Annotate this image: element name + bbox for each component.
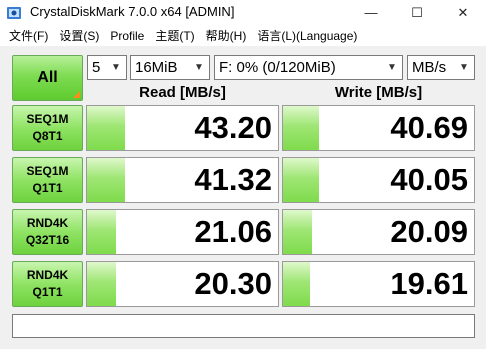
read-value: 20.30 <box>194 266 272 301</box>
menu-settings[interactable]: 设置(S) <box>59 28 99 44</box>
read-value: 21.06 <box>194 214 272 249</box>
test-button-rnd4k-q1t1[interactable]: RND4K Q1T1 <box>12 261 83 307</box>
test-label-line1: SEQ1M <box>26 112 69 126</box>
test-label-line2: Q8T1 <box>32 129 63 143</box>
write-value: 20.09 <box>390 214 468 249</box>
write-result-cell: 20.09 <box>282 209 475 255</box>
unit-select[interactable]: MB/s ▼ <box>407 55 475 80</box>
title-bar: CrystalDiskMark 7.0.0 x64 [ADMIN] — ☐ ✕ <box>0 0 486 25</box>
write-value: 19.61 <box>390 266 468 301</box>
run-all-label: All <box>37 69 58 86</box>
window-title: CrystalDiskMark 7.0.0 x64 [ADMIN] <box>30 4 235 19</box>
read-bar <box>87 158 126 202</box>
write-result-cell: 40.69 <box>282 105 475 151</box>
write-bar <box>283 262 310 306</box>
chevron-down-icon: ▼ <box>111 62 121 73</box>
read-value: 43.20 <box>194 110 272 145</box>
run-all-button[interactable]: All <box>12 55 83 101</box>
menu-help[interactable]: 帮助(H) <box>206 28 247 44</box>
write-value: 40.05 <box>390 162 468 197</box>
drive-value: F: 0% (0/120MiB) <box>219 59 336 76</box>
write-bar <box>283 158 320 202</box>
read-result-cell: 41.32 <box>86 157 279 203</box>
write-bar <box>283 106 320 150</box>
test-button-rnd4k-q32t16[interactable]: RND4K Q32T16 <box>12 209 83 255</box>
write-result-cell: 19.61 <box>282 261 475 307</box>
chevron-down-icon: ▼ <box>194 62 204 73</box>
menu-language[interactable]: 语言(L)(Language) <box>257 28 357 44</box>
main-panel: All 5 ▼ 16MiB ▼ F: 0% (0/120MiB) ▼ MB/s … <box>0 46 486 349</box>
test-size-value: 16MiB <box>135 59 178 76</box>
app-icon <box>7 7 21 19</box>
app-window: CrystalDiskMark 7.0.0 x64 [ADMIN] — ☐ ✕ … <box>0 0 486 349</box>
chevron-down-icon: ▼ <box>387 62 397 73</box>
test-label-line1: RND4K <box>26 268 69 282</box>
chevron-down-icon: ▼ <box>459 62 469 73</box>
test-size-select[interactable]: 16MiB ▼ <box>130 55 210 80</box>
maximize-button[interactable]: ☐ <box>394 0 440 25</box>
menu-file[interactable]: 文件(F) <box>9 28 48 44</box>
read-result-cell: 43.20 <box>86 105 279 151</box>
write-value: 40.69 <box>390 110 468 145</box>
write-result-cell: 40.05 <box>282 157 475 203</box>
test-button-seq1m-q8t1[interactable]: SEQ1M Q8T1 <box>12 105 83 151</box>
read-result-cell: 20.30 <box>86 261 279 307</box>
minimize-button[interactable]: — <box>348 0 394 25</box>
test-label-line2: Q1T1 <box>32 285 63 299</box>
test-label-line1: SEQ1M <box>26 164 69 178</box>
read-header: Read [MB/s] <box>139 84 226 101</box>
menu-bar: 文件(F) 设置(S) Profile 主题(T) 帮助(H) 语言(L)(La… <box>0 25 486 46</box>
write-bar <box>283 210 312 254</box>
comment-field[interactable] <box>12 314 475 338</box>
read-bar <box>87 210 116 254</box>
unit-value: MB/s <box>412 59 447 76</box>
corner-marker-icon <box>73 91 80 98</box>
read-value: 41.32 <box>194 162 272 197</box>
test-label-line2: Q32T16 <box>25 233 70 247</box>
menu-theme[interactable]: 主题(T) <box>155 28 194 44</box>
drive-select[interactable]: F: 0% (0/120MiB) ▼ <box>214 55 403 80</box>
close-button[interactable]: ✕ <box>440 0 486 25</box>
test-count-select[interactable]: 5 ▼ <box>87 55 127 80</box>
menu-profile[interactable]: Profile <box>110 28 144 44</box>
write-header: Write [MB/s] <box>334 84 423 101</box>
test-label-line1: RND4K <box>26 216 69 230</box>
test-count-value: 5 <box>92 59 101 76</box>
read-bar <box>87 106 126 150</box>
test-label-line2: Q1T1 <box>32 181 63 195</box>
test-button-seq1m-q1t1[interactable]: SEQ1M Q1T1 <box>12 157 83 203</box>
read-bar <box>87 262 116 306</box>
read-result-cell: 21.06 <box>86 209 279 255</box>
